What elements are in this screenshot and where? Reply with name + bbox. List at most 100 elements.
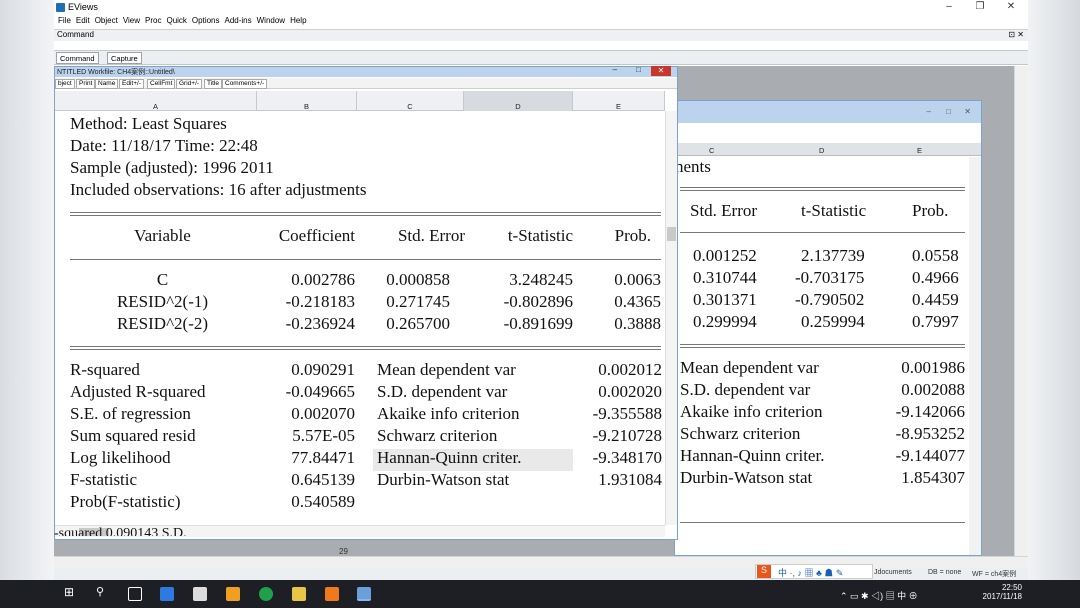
system-tray-icons[interactable]: ⌃ ▭ ✱ ◁) ▤ 中 ⊕ bbox=[840, 589, 918, 602]
stat-value: -0.049665 bbox=[285, 382, 355, 401]
stat-label: Adjusted R-squared bbox=[70, 382, 206, 401]
minimize-icon[interactable]: – bbox=[942, 1, 956, 12]
app-icon-orange[interactable] bbox=[226, 587, 240, 601]
toolbar-cellfmt-button[interactable]: CellFmt bbox=[147, 79, 176, 89]
tab-command[interactable]: Command bbox=[56, 52, 99, 64]
menu-view[interactable]: View bbox=[123, 16, 140, 28]
command-input[interactable] bbox=[54, 41, 1028, 51]
menu-object[interactable]: Object bbox=[95, 16, 118, 28]
workspace-horizontal-scrollbar[interactable]: 29 bbox=[54, 547, 1028, 568]
back-rule-4 bbox=[680, 522, 965, 523]
col-b[interactable]: B bbox=[257, 91, 357, 111]
search-icon[interactable]: ⚲ bbox=[96, 585, 110, 599]
back-minimize-icon[interactable]: – bbox=[927, 107, 931, 116]
command-pane-title: Command bbox=[57, 30, 94, 39]
stat-label: Hannan-Quinn criter. bbox=[377, 448, 522, 467]
menu-quick[interactable]: Quick bbox=[166, 16, 186, 28]
back-vertical-scrollbar[interactable] bbox=[969, 157, 981, 555]
col-c[interactable]: C bbox=[357, 91, 464, 111]
toolbar-name-button[interactable]: Name bbox=[95, 79, 119, 89]
front-vertical-scrollbar[interactable] bbox=[665, 111, 677, 525]
store-icon[interactable] bbox=[193, 587, 207, 601]
close-icon[interactable]: ✕ bbox=[1004, 1, 1018, 12]
edge-browser-icon[interactable] bbox=[160, 587, 174, 601]
pane-close-icon[interactable]: ⊡ ✕ bbox=[1008, 30, 1024, 39]
col-d[interactable]: D bbox=[464, 91, 573, 111]
sample-line: Sample (adjusted): 1996 2011 bbox=[70, 158, 274, 177]
app-icon-slides[interactable] bbox=[325, 587, 339, 601]
toolbar-edit-button[interactable]: Edit+/- bbox=[119, 79, 144, 89]
back-stat-value: 0.002088 bbox=[901, 380, 965, 399]
th-coefficient: Coefficient bbox=[278, 226, 355, 245]
back-col-std-error: Std. Error bbox=[690, 201, 758, 220]
back-rule-1b bbox=[680, 190, 965, 191]
back-cell: -0.790502 bbox=[795, 290, 865, 309]
back-rule-1 bbox=[680, 187, 965, 188]
back-rule-3 bbox=[680, 344, 965, 345]
stat-label: R-squared bbox=[70, 360, 140, 379]
restore-icon[interactable]: ❐ bbox=[973, 1, 987, 12]
menu-file[interactable]: File bbox=[58, 16, 71, 28]
front-vertical-scroll-thumb[interactable] bbox=[667, 227, 676, 241]
rule-1 bbox=[70, 212, 661, 213]
eviews-app-icon bbox=[56, 3, 65, 12]
back-col-prob: Prob. bbox=[912, 201, 949, 220]
col-e[interactable]: E bbox=[573, 91, 665, 111]
back-stat-label: Akaike info criterion bbox=[680, 402, 823, 421]
back-close-icon[interactable]: ✕ bbox=[964, 107, 971, 116]
toolbar-comments-button[interactable]: Comments+/- bbox=[222, 79, 268, 89]
ime-toolbar[interactable]: S 中 ·, ♪ ▦ ♣ ☗ ✎ bbox=[755, 564, 873, 579]
stat-label: F-statistic bbox=[70, 470, 138, 489]
row-std-error: 0.265700 bbox=[386, 314, 450, 333]
equation-window-back[interactable]: – □ ✕ C D E nents Std. Error t-Statistic… bbox=[674, 100, 982, 556]
back-stat-label: Mean dependent var bbox=[680, 358, 819, 377]
eviews-taskbar-icon[interactable] bbox=[357, 587, 371, 601]
clock[interactable]: 22:50 2017/11/18 bbox=[976, 583, 1022, 601]
front-restore-icon[interactable]: □ bbox=[636, 65, 641, 74]
back-col-e: E bbox=[917, 146, 923, 155]
back-cell: 0.0558 bbox=[912, 246, 959, 265]
back-cell: 0.301371 bbox=[693, 290, 757, 309]
toolbar-object-button[interactable]: bject bbox=[55, 79, 75, 89]
menu-options[interactable]: Options bbox=[192, 16, 220, 28]
back-restore-icon[interactable]: □ bbox=[946, 107, 951, 116]
front-minimize-icon[interactable]: – bbox=[613, 65, 617, 74]
menu-edit[interactable]: Edit bbox=[76, 16, 90, 28]
row-prob: 0.4365 bbox=[614, 292, 661, 311]
start-icon[interactable]: ⊞ bbox=[64, 585, 78, 599]
menu-proc[interactable]: Proc bbox=[145, 16, 161, 28]
back-window-caption: – □ ✕ bbox=[675, 101, 981, 123]
back-stat-value: 0.001986 bbox=[901, 358, 965, 377]
toolbar-grid-button[interactable]: Grid+/- bbox=[176, 79, 203, 89]
row-t-statistic: 3.248245 bbox=[509, 270, 573, 289]
file-explorer-icon[interactable] bbox=[292, 587, 306, 601]
task-view-icon[interactable] bbox=[128, 587, 142, 601]
row-variable: RESID^2(-2) bbox=[116, 314, 209, 333]
back-cell: 0.310744 bbox=[693, 268, 757, 287]
menu-add-ins[interactable]: Add-ins bbox=[225, 16, 252, 28]
menu-help[interactable]: Help bbox=[290, 16, 306, 28]
stat-label: S.E. of regression bbox=[70, 404, 191, 423]
app-icon-green[interactable] bbox=[259, 587, 273, 601]
col-a[interactable]: A bbox=[55, 91, 257, 111]
stat-value: 0.002012 bbox=[598, 360, 662, 379]
front-window-title: NTITLED Workfile: CH4案例::Untitled\ bbox=[57, 69, 175, 76]
observations-line: Included observations: 16 after adjustme… bbox=[70, 180, 367, 199]
row-prob: 0.3888 bbox=[614, 314, 661, 333]
menu-window[interactable]: Window bbox=[257, 16, 285, 28]
rule-2 bbox=[70, 259, 661, 260]
tab-capture[interactable]: Capture bbox=[107, 52, 142, 64]
workspace-vertical-scrollbar[interactable] bbox=[1014, 66, 1028, 556]
back-stat-value: -8.953252 bbox=[895, 424, 965, 443]
stat-value: 0.540589 bbox=[291, 492, 355, 511]
back-cell: 0.259994 bbox=[801, 312, 865, 331]
toolbar-print-button[interactable]: Print bbox=[76, 79, 96, 89]
rule-1b bbox=[70, 215, 661, 216]
stat-label: Sum squared resid bbox=[70, 426, 196, 445]
toolbar-title-button[interactable]: Title bbox=[204, 79, 223, 89]
front-close-icon[interactable]: ✕ bbox=[651, 66, 671, 76]
equation-window-front[interactable]: NTITLED Workfile: CH4案例::Untitled\ – □ ✕… bbox=[54, 65, 678, 540]
row-coefficient: 0.002786 bbox=[291, 270, 355, 289]
row-coefficient: -0.218183 bbox=[285, 292, 355, 311]
ime-status-icons: 中 ·, ♪ ▦ ♣ ☗ ✎ bbox=[778, 568, 844, 578]
